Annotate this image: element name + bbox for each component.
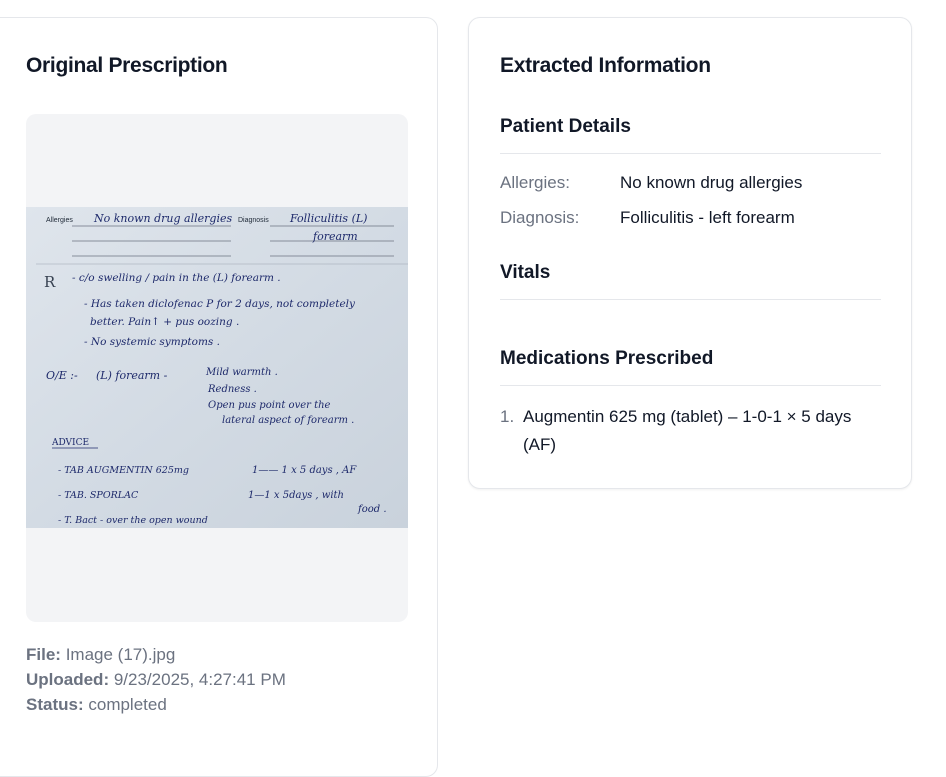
image-line-3: better. Pain↑ + pus oozing . bbox=[90, 316, 239, 328]
status-value: completed bbox=[88, 695, 167, 714]
image-oe-4: lateral aspect of forearm . bbox=[222, 415, 354, 426]
allergies-label: Allergies: bbox=[500, 173, 570, 192]
patient-details-heading: Patient Details bbox=[500, 116, 631, 137]
uploaded-label: Uploaded: bbox=[26, 670, 110, 689]
file-label: File: bbox=[26, 645, 61, 664]
image-rx-1-name: - TAB AUGMENTIN 625mg bbox=[58, 465, 189, 476]
medications-list: 1. Augmentin 625 mg (tablet) – 1-0-1 × 5… bbox=[500, 403, 890, 459]
image-oe-2: Redness . bbox=[207, 384, 257, 395]
vitals-heading: Vitals bbox=[500, 262, 551, 283]
status-label: Status: bbox=[26, 695, 84, 714]
image-oe-3: Open pus point over the bbox=[208, 400, 331, 411]
prescription-image[interactable]: Allergies Diagnosis No known drug allerg… bbox=[26, 207, 408, 528]
uploaded-row: Uploaded: 9/23/2025, 4:27:41 PM bbox=[26, 670, 286, 690]
medications-heading: Medications Prescribed bbox=[500, 348, 714, 369]
patient-details-divider bbox=[500, 153, 881, 154]
extracted-information-title: Extracted Information bbox=[500, 54, 711, 77]
uploaded-value: 9/23/2025, 4:27:41 PM bbox=[113, 670, 286, 689]
medication-text-line-1: Augmentin 625 mg (tablet) – 1-0-1 × 5 da… bbox=[523, 407, 852, 426]
allergies-value: No known drug allergies bbox=[620, 173, 803, 192]
original-prescription-title: Original Prescription bbox=[26, 54, 228, 77]
prescription-image-frame: Allergies Diagnosis No known drug allerg… bbox=[26, 114, 408, 622]
image-diagnosis-label: Diagnosis bbox=[238, 217, 269, 224]
status-row: Status: completed bbox=[26, 695, 167, 715]
image-line-1: - c/o swelling / pain in the (L) forearm… bbox=[72, 272, 281, 284]
image-diagnosis-text-1: Folliculitis (L) bbox=[289, 212, 367, 225]
diagnosis-label: Diagnosis: bbox=[500, 208, 580, 227]
image-allergies-text: No known drug allergies bbox=[93, 212, 232, 225]
vitals-divider bbox=[500, 299, 881, 300]
image-rx-2-dose: 1—1 x 5days , with bbox=[248, 490, 344, 501]
image-line-4: - No systemic symptoms . bbox=[84, 336, 220, 348]
file-value: Image (17).jpg bbox=[65, 645, 176, 664]
medication-text-line-2: (AF) bbox=[523, 435, 557, 454]
image-rx-2-food: food . bbox=[357, 504, 387, 515]
image-rx-3: - T. Bact - over the open wound bbox=[58, 515, 208, 526]
image-rx-1-dose: 1—— 1 x 5 days , AF bbox=[252, 465, 357, 476]
image-rx-2-name: - TAB. SPORLAC bbox=[58, 490, 139, 501]
medication-number: 1. bbox=[500, 407, 515, 426]
image-line-2: - Has taken diclofenac P for 2 days, not… bbox=[84, 298, 356, 310]
image-oe-1: Mild warmth . bbox=[205, 367, 278, 378]
image-diagnosis-text-2: forearm bbox=[312, 230, 358, 243]
image-advice: ADVICE bbox=[51, 438, 89, 448]
image-rx-mark: R bbox=[44, 273, 56, 291]
image-oe-site: (L) forearm - bbox=[96, 369, 168, 382]
diagnosis-value: Folliculitis - left forearm bbox=[620, 208, 795, 227]
medication-item: 1. Augmentin 625 mg (tablet) – 1-0-1 × 5… bbox=[500, 403, 890, 459]
original-prescription-card: Original Prescription Allergies Diagnosi… bbox=[0, 17, 438, 777]
image-oe-label: O/E :- bbox=[46, 369, 78, 382]
extracted-information-card: Extracted Information Patient Details Al… bbox=[468, 17, 912, 489]
file-name-row: File: Image (17).jpg bbox=[26, 645, 175, 665]
medications-divider bbox=[500, 385, 881, 386]
image-allergies-label: Allergies bbox=[46, 217, 73, 224]
